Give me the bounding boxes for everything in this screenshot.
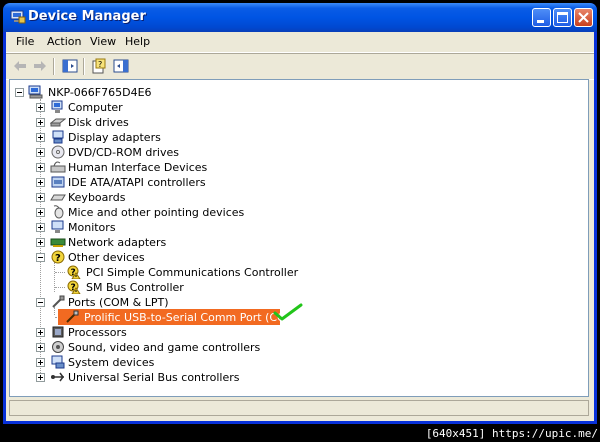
hid-icon (50, 161, 66, 173)
expand-toggle[interactable] (36, 358, 45, 367)
properties-help-icon[interactable]: ? (91, 58, 107, 74)
minimize-icon (537, 20, 544, 23)
ide-controller-icon (51, 176, 65, 188)
port-icon (52, 295, 65, 308)
tree-item-label: System devices (68, 356, 155, 369)
tree-line (55, 272, 65, 273)
window-title: Device Manager (28, 9, 146, 24)
menu-help[interactable]: Help (125, 35, 150, 48)
minimize-button[interactable] (532, 8, 551, 27)
client-area: File Action View Help ? NKP-066F765D4E6 … (6, 32, 594, 421)
tree-item-label: Human Interface Devices (68, 161, 208, 174)
usb-icon (51, 372, 64, 382)
system-device-icon (51, 355, 65, 369)
tree-item-label: Ports (COM & LPT) (68, 296, 169, 309)
processor-icon (52, 326, 64, 338)
device-tree[interactable]: NKP-066F765D4E6 Computer Disk drives Dis… (9, 79, 589, 397)
tree-item-label: Computer (68, 101, 123, 114)
expand-toggle[interactable] (36, 148, 45, 157)
tree-item-label: Sound, video and game controllers (68, 341, 261, 354)
warning-device-icon: ? (67, 280, 81, 294)
tree-line (55, 287, 65, 288)
tree-item-label: IDE ATA/ATAPI controllers (68, 176, 206, 189)
collapse-toggle[interactable] (36, 298, 45, 307)
checkmark-icon (273, 303, 303, 321)
tree-item-label: Monitors (68, 221, 116, 234)
menu-file[interactable]: File (16, 35, 34, 48)
monitor-icon (51, 220, 64, 233)
tree-item-label: Mice and other pointing devices (68, 206, 245, 219)
tree-root-label: NKP-066F765D4E6 (48, 86, 152, 99)
close-button[interactable] (574, 8, 593, 27)
svg-text:?: ? (55, 253, 61, 264)
expand-toggle[interactable] (36, 133, 45, 142)
disk-drive-icon (50, 118, 66, 127)
collapse-toggle[interactable] (15, 88, 24, 97)
expand-toggle[interactable] (36, 193, 45, 202)
tree-item-label: Display adapters (68, 131, 161, 144)
back-arrow-icon[interactable] (12, 58, 28, 74)
display-adapter-icon (52, 130, 64, 144)
expand-toggle[interactable] (36, 103, 45, 112)
menu-view[interactable]: View (90, 35, 116, 48)
console-tree-icon[interactable] (113, 58, 129, 74)
tree-item-label: DVD/CD-ROM drives (68, 146, 179, 159)
toolbar-separator (83, 58, 85, 75)
sound-icon (52, 341, 64, 353)
computer-icon (51, 100, 63, 113)
network-adapter-icon (50, 238, 66, 247)
expand-toggle[interactable] (36, 208, 45, 217)
computer-root-icon (28, 85, 43, 99)
tree-item-label: Universal Serial Bus controllers (68, 371, 240, 384)
collapse-toggle[interactable] (36, 253, 45, 262)
cdrom-icon (51, 145, 65, 159)
status-bar (9, 400, 589, 416)
expand-toggle[interactable] (36, 178, 45, 187)
expand-toggle[interactable] (36, 118, 45, 127)
menu-bar: File Action View Help (6, 32, 594, 53)
toolbar-separator (53, 58, 55, 75)
expand-toggle[interactable] (36, 373, 45, 382)
tree-item-label: Processors (68, 326, 127, 339)
device-manager-window: Device Manager File Action View Help ? N… (3, 3, 597, 424)
warning-device-icon: ? (67, 265, 81, 279)
keyboard-icon (50, 194, 66, 201)
device-manager-icon (10, 10, 26, 24)
serial-port-icon (66, 310, 79, 323)
maximize-button[interactable] (553, 8, 572, 27)
maximize-icon (557, 12, 568, 23)
expand-toggle[interactable] (36, 343, 45, 352)
expand-toggle[interactable] (36, 238, 45, 247)
menu-action[interactable]: Action (47, 35, 81, 48)
unknown-device-icon: ? (51, 250, 65, 264)
mouse-icon (53, 205, 64, 219)
tree-item-label: Disk drives (68, 116, 129, 129)
tree-item-selected[interactable]: Prolific USB-to-Serial Comm Port (COM9) (58, 309, 306, 325)
tree-item-label: PCI Simple Communications Controller (86, 266, 299, 279)
close-icon (578, 12, 589, 23)
expand-toggle[interactable] (36, 163, 45, 172)
tree-item-label: Keyboards (68, 191, 126, 204)
forward-arrow-icon[interactable] (32, 58, 48, 74)
tree-item-label: Other devices (68, 251, 145, 264)
show-hide-tree-icon[interactable] (62, 58, 78, 74)
tree-item-label: Network adapters (68, 236, 167, 249)
svg-text:?: ? (98, 60, 102, 69)
tree-item-label: SM Bus Controller (86, 281, 184, 294)
image-watermark: [640x451] https://upic.me/ (425, 427, 598, 440)
title-bar[interactable]: Device Manager (3, 3, 597, 32)
expand-toggle[interactable] (36, 328, 45, 337)
expand-toggle[interactable] (36, 223, 45, 232)
toolbar: ? (6, 53, 594, 80)
